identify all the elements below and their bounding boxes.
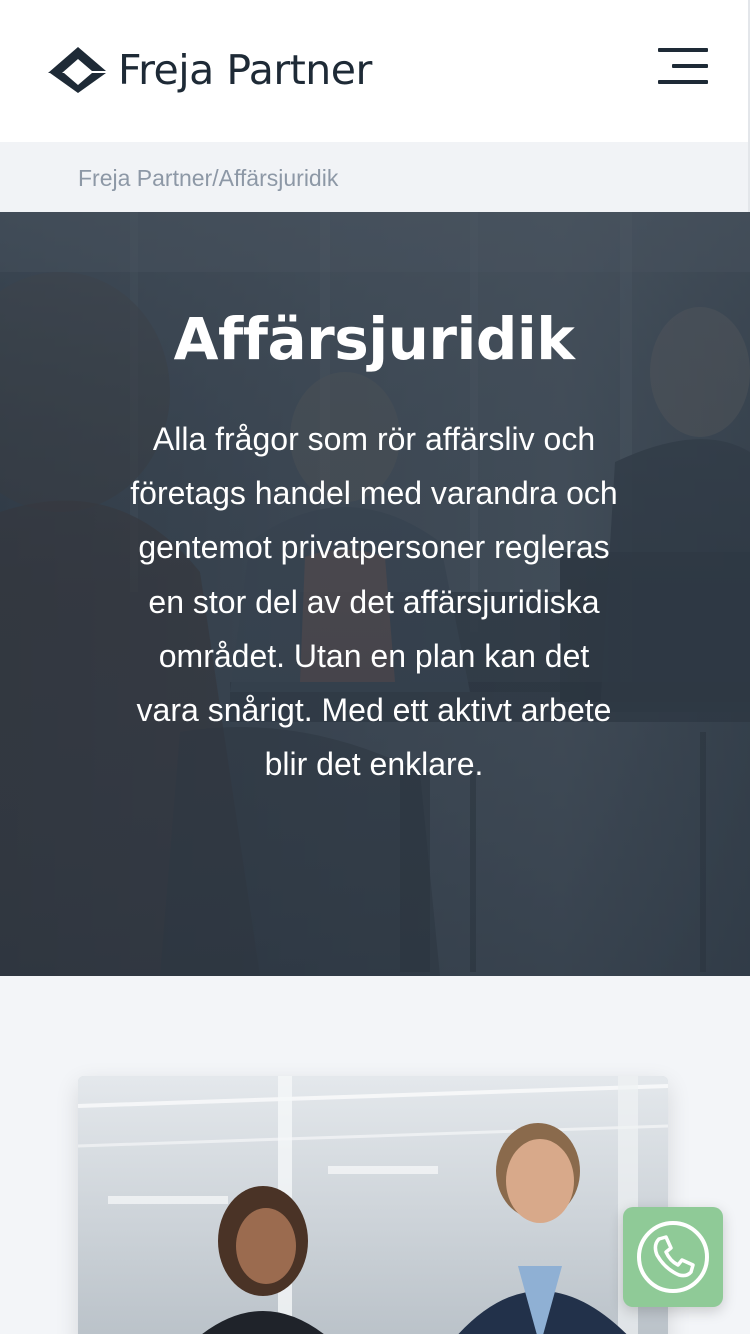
office-photo — [78, 1076, 668, 1334]
breadcrumb-link[interactable]: Freja Partner/Affärsjuridik — [78, 165, 338, 191]
phone-icon — [637, 1221, 709, 1293]
breadcrumb-bar: Freja Partner/Affärsjuridik — [0, 142, 750, 212]
brand-name: Freja Partner — [118, 45, 372, 94]
site-header: Freja Partner — [0, 0, 750, 142]
card-image — [78, 1076, 668, 1334]
hero-description: Alla frågor som rör affärsliv och företa… — [130, 421, 618, 783]
page-title: Affärsjuridik — [173, 305, 575, 373]
menu-button[interactable] — [650, 44, 714, 92]
page: Freja Partner Freja Partner/Affärsjuridi… — [0, 0, 750, 1334]
hero-section: Affärsjuridik Alla frågor som rör affärs… — [0, 212, 750, 976]
call-button[interactable] — [623, 1207, 723, 1307]
freja-logo-icon — [48, 47, 106, 93]
logo-link[interactable]: Freja Partner — [48, 42, 372, 98]
breadcrumb: Freja Partner/Affärsjuridik — [78, 164, 338, 192]
